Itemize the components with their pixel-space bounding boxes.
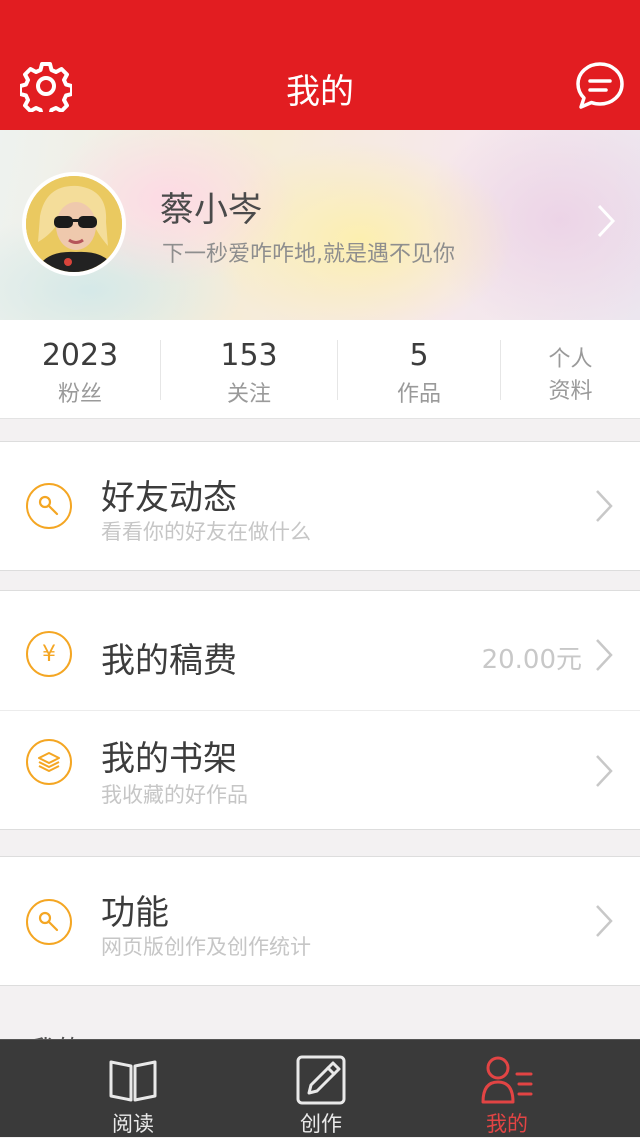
- features-card: 功能 网页版创作及创作统计: [0, 856, 640, 986]
- friends-activity-row[interactable]: 好友动态 看看你的好友在做什么: [0, 442, 640, 570]
- tab-mine[interactable]: 我的: [437, 1040, 577, 1137]
- chat-bubble-icon: [576, 62, 624, 109]
- profile-info-line1: 个人: [548, 347, 593, 372]
- tab-read-label: 阅读: [112, 1112, 154, 1136]
- friends-activity-subtitle: 看看你的好友在做什么: [101, 520, 311, 544]
- royalty-amount: 20.00元: [481, 645, 582, 675]
- bookshelf-subtitle: 我收藏的好作品: [101, 783, 248, 807]
- stat-following-label: 关注: [226, 382, 271, 407]
- stat-works-label: 作品: [396, 382, 441, 407]
- profile-info-link[interactable]: 个人 资料: [501, 320, 640, 418]
- chevron-right-icon[interactable]: [596, 204, 616, 238]
- stat-works-count: 5: [409, 338, 429, 373]
- book-icon: [109, 1060, 157, 1102]
- chevron-right-icon: [596, 755, 613, 787]
- yuan-icon: ¥: [26, 631, 72, 677]
- edit-icon: [296, 1055, 346, 1105]
- features-title: 功能: [101, 893, 169, 933]
- features-row[interactable]: 功能 网页版创作及创作统计: [0, 857, 640, 985]
- stat-fans-label: 粉丝: [57, 382, 102, 407]
- tab-create-label: 创作: [300, 1112, 342, 1136]
- page-title: 我的: [286, 72, 354, 112]
- bottom-tab-bar: 阅读 创作 我的: [0, 1039, 640, 1137]
- bookshelf-row[interactable]: 我的书架 我收藏的好作品: [0, 711, 640, 829]
- stat-fans[interactable]: 2023 粉丝: [0, 320, 160, 418]
- earnings-bookshelf-card: ¥ 我的稿费 20.00元 我的书架 我收藏的好作品: [0, 590, 640, 830]
- stat-works[interactable]: 5 作品: [338, 320, 500, 418]
- tab-read[interactable]: 阅读: [63, 1040, 203, 1137]
- chevron-right-icon: [596, 639, 613, 671]
- tab-mine-label: 我的: [486, 1112, 528, 1136]
- chevron-right-icon: [596, 490, 613, 522]
- profile-signature: 下一秒爱咋咋地,就是遇不见你: [162, 242, 455, 267]
- profile-info-line2: 资料: [548, 379, 593, 404]
- profile-list-icon: [481, 1056, 533, 1104]
- tab-create[interactable]: 创作: [251, 1040, 391, 1137]
- chevron-right-icon: [596, 905, 613, 937]
- royalty-title: 我的稿费: [101, 641, 237, 681]
- wrench-icon: [26, 899, 72, 945]
- stat-fans-count: 2023: [41, 338, 119, 373]
- stat-following[interactable]: 153 关注: [161, 320, 337, 418]
- stats-row: 2023 粉丝 153 关注 5 作品 个人 资料: [0, 320, 640, 419]
- messages-button[interactable]: [572, 58, 628, 114]
- avatar[interactable]: [22, 172, 126, 276]
- wrench-icon: [26, 483, 72, 529]
- friends-activity-title: 好友动态: [101, 478, 237, 518]
- avatar-image: [26, 176, 122, 272]
- friends-activity-card: 好友动态 看看你的好友在做什么: [0, 441, 640, 571]
- stat-following-count: 153: [220, 338, 278, 373]
- bookshelf-title: 我的书架: [101, 739, 237, 779]
- layers-icon: [26, 739, 72, 785]
- profile-name: 蔡小岑: [160, 190, 262, 230]
- features-subtitle: 网页版创作及创作统计: [101, 935, 311, 959]
- royalty-row[interactable]: ¥ 我的稿费 20.00元: [0, 591, 640, 710]
